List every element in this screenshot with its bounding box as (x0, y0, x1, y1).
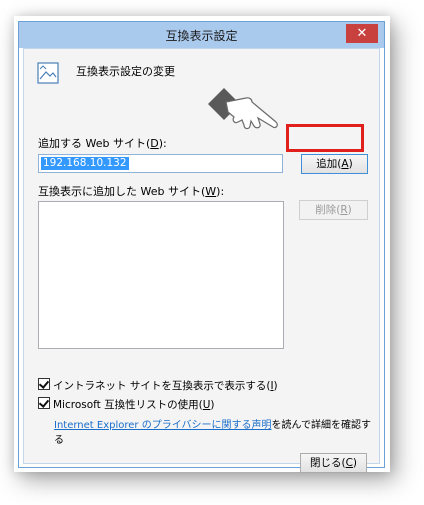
dialog-body: 互換表示設定の変更 追加する Web サイト(D): 192.168.10.13… (23, 48, 380, 473)
ms-list-checkbox[interactable] (38, 397, 50, 409)
ms-list-option[interactable]: Microsoft 互換性リストの使用(U) (38, 397, 215, 412)
pointing-hand-icon (208, 88, 278, 130)
compatibility-view-dialog: 互換表示設定 ✕ 互換表示設定の変更 追加する Web サイト(D): 192.… (18, 21, 385, 473)
window-title: 互換表示設定 (165, 29, 238, 43)
added-sites-label: 互換表示に追加した Web サイト(W): (38, 185, 225, 198)
image-icon (37, 62, 59, 84)
privacy-row: Internet Explorer のプライバシーに関する声明を読んで詳細を確認… (54, 416, 379, 446)
title-bar[interactable]: 互換表示設定 ✕ (19, 22, 384, 48)
intranet-option[interactable]: イントラネット サイトを互換表示で表示する(I) (38, 378, 278, 393)
intranet-checkbox[interactable] (38, 378, 50, 390)
close-button[interactable]: 閉じる(C) (300, 453, 367, 473)
close-icon: ✕ (356, 26, 368, 41)
close-window-button[interactable]: ✕ (346, 24, 378, 43)
header-text: 互換表示設定の変更 (76, 65, 175, 78)
add-button-highlight (286, 124, 364, 152)
add-site-input-value: 192.168.10.132 (41, 157, 129, 170)
add-button[interactable]: 追加(A) (301, 154, 368, 174)
added-sites-list[interactable] (38, 201, 284, 349)
privacy-statement-link[interactable]: Internet Explorer のプライバシーに関する声明 (54, 420, 272, 431)
remove-button[interactable]: 削除(R) (299, 200, 368, 220)
add-site-label: 追加する Web サイト(D): (38, 137, 167, 150)
add-site-input[interactable]: 192.168.10.132 (38, 154, 283, 173)
